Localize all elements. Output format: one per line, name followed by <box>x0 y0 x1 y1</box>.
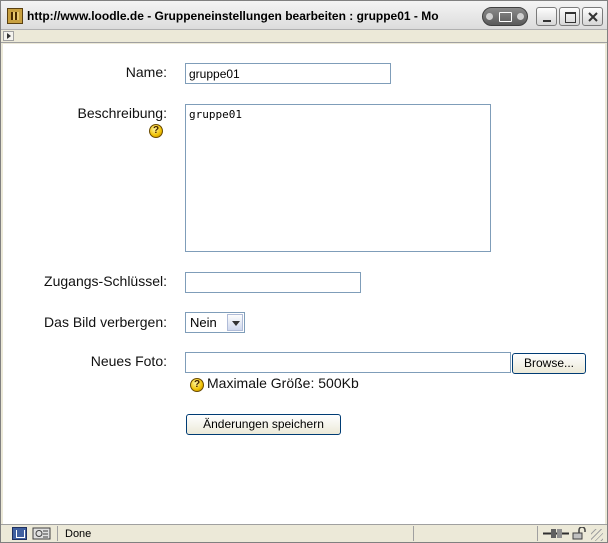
hide-picture-value: Nein <box>190 315 217 330</box>
max-size-note: Maximale Größe: 500Kb <box>207 375 359 391</box>
browser-window: http://www.loodle.de - Gruppeneinstellun… <box>0 0 608 543</box>
offline-icon[interactable] <box>32 527 51 540</box>
description-textarea[interactable]: gruppe01 <box>185 104 491 252</box>
help-icon[interactable]: ? <box>149 124 163 138</box>
hide-picture-select[interactable]: Nein <box>185 312 245 333</box>
app-icon[interactable] <box>7 8 23 24</box>
lock-icon[interactable] <box>572 527 586 540</box>
page-content: Name: Beschreibung: ? gruppe01 Zugangs-S… <box>3 44 605 524</box>
browse-button[interactable]: Browse... <box>512 353 586 374</box>
status-bar: Done <box>1 524 607 542</box>
help-icon[interactable]: ? <box>190 378 204 392</box>
window-title: http://www.loodle.de - Gruppeneinstellun… <box>27 9 439 23</box>
screen-share-icon[interactable] <box>482 7 528 26</box>
toolbar-strip <box>1 30 607 43</box>
chevron-down-icon[interactable] <box>227 314 243 331</box>
status-text: Done <box>65 528 92 540</box>
name-label: Name: <box>125 64 167 80</box>
maximize-button[interactable] <box>559 7 580 26</box>
toolbar-toggle-icon[interactable] <box>3 31 14 41</box>
new-photo-input[interactable] <box>185 352 511 373</box>
minimize-button[interactable] <box>536 7 557 26</box>
enrolment-key-input[interactable] <box>185 272 361 293</box>
hide-picture-label: Das Bild verbergen: <box>44 314 167 330</box>
enrolment-key-label: Zugangs-Schlüssel: <box>44 273 167 289</box>
new-photo-label: Neues Foto: <box>90 353 167 369</box>
connection-icon <box>543 529 569 538</box>
close-button[interactable] <box>582 7 603 26</box>
resize-grip[interactable] <box>591 529 603 541</box>
name-input[interactable] <box>185 63 391 84</box>
moodle-icon[interactable] <box>12 527 27 540</box>
close-icon <box>588 12 598 22</box>
title-bar[interactable]: http://www.loodle.de - Gruppeneinstellun… <box>1 1 607 30</box>
description-label: Beschreibung: <box>77 105 167 121</box>
save-changes-button[interactable]: Änderungen speichern <box>186 414 341 435</box>
